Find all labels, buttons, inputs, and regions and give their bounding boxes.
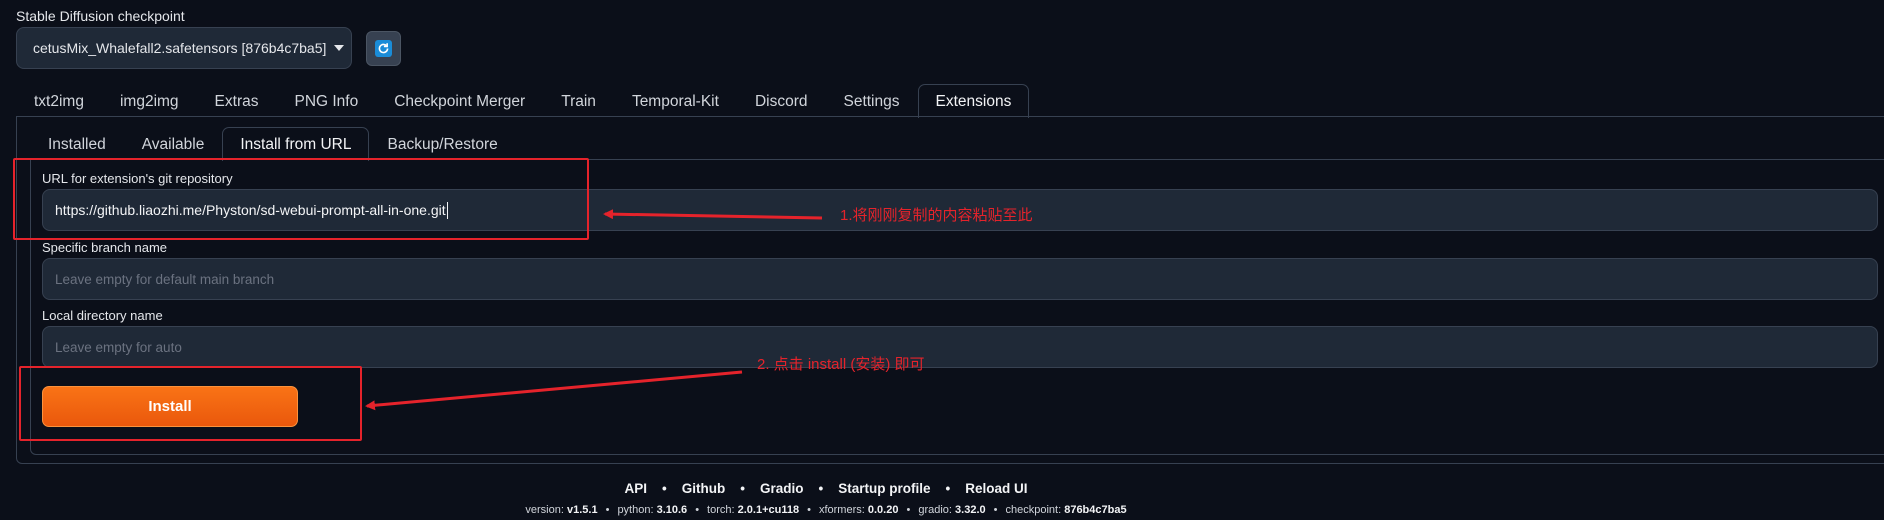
version-value: 3.10.6: [656, 504, 688, 516]
version-key: gradio:: [918, 504, 952, 516]
footer-version-item: torch: 2.0.1+cu118: [707, 504, 799, 516]
version-value: 3.32.0: [955, 504, 986, 516]
footer-link-api[interactable]: API: [625, 481, 648, 496]
footer-separator: •: [807, 504, 811, 516]
footer-separator: •: [993, 504, 998, 516]
version-key: version:: [525, 504, 564, 516]
footer-version-item: xformers: 0.0.20: [819, 504, 899, 516]
footer-link-reload-ui[interactable]: Reload UI: [965, 481, 1027, 496]
footer-separator: •: [740, 481, 745, 496]
footer-separator: •: [945, 481, 951, 496]
version-value: 2.0.1+cu118: [737, 504, 800, 516]
version-key: xformers:: [818, 504, 865, 516]
footer-link-startup-profile[interactable]: Startup profile: [838, 481, 930, 496]
footer-separator: •: [695, 504, 700, 516]
version-key: torch:: [707, 504, 735, 516]
version-key: python:: [617, 504, 654, 516]
footer-link-github[interactable]: Github: [682, 481, 726, 496]
annotation-step-1: 1.将刚刚复制的内容粘贴至此: [840, 207, 1033, 224]
footer-version-info: version: v1.5.1 • python: 3.10.6 • torch: 2.…: [0, 504, 1768, 516]
footer-link-gradio[interactable]: Gradio: [760, 481, 804, 496]
version-key: checkpoint:: [1005, 504, 1062, 516]
footer-version-item: python: 3.10.6: [617, 504, 687, 516]
version-value: 876b4c7ba5: [1064, 504, 1127, 516]
footer-version-item: gradio: 3.32.0: [918, 504, 985, 516]
arrow-to-url-input: [603, 209, 823, 220]
footer-separator: •: [818, 481, 824, 496]
footer-links: API • Github • Gradio • Startup profile • Reload…: [0, 481, 1768, 496]
footer-version-item: checkpoint: 876b4c7ba5: [1005, 504, 1126, 516]
arrow-to-install-button: [365, 370, 743, 411]
footer-separator: •: [605, 504, 610, 516]
version-value: v1.5.1: [566, 504, 598, 516]
version-value: 0.0.20: [867, 504, 899, 516]
annotation-arrows: [365, 209, 823, 411]
footer-version-item: version: v1.5.1: [525, 504, 597, 516]
annotation-step-2: 2. 点击 install (安装) 即可: [757, 356, 925, 373]
footer-separator: •: [662, 481, 667, 496]
footer-separator: •: [906, 504, 911, 516]
